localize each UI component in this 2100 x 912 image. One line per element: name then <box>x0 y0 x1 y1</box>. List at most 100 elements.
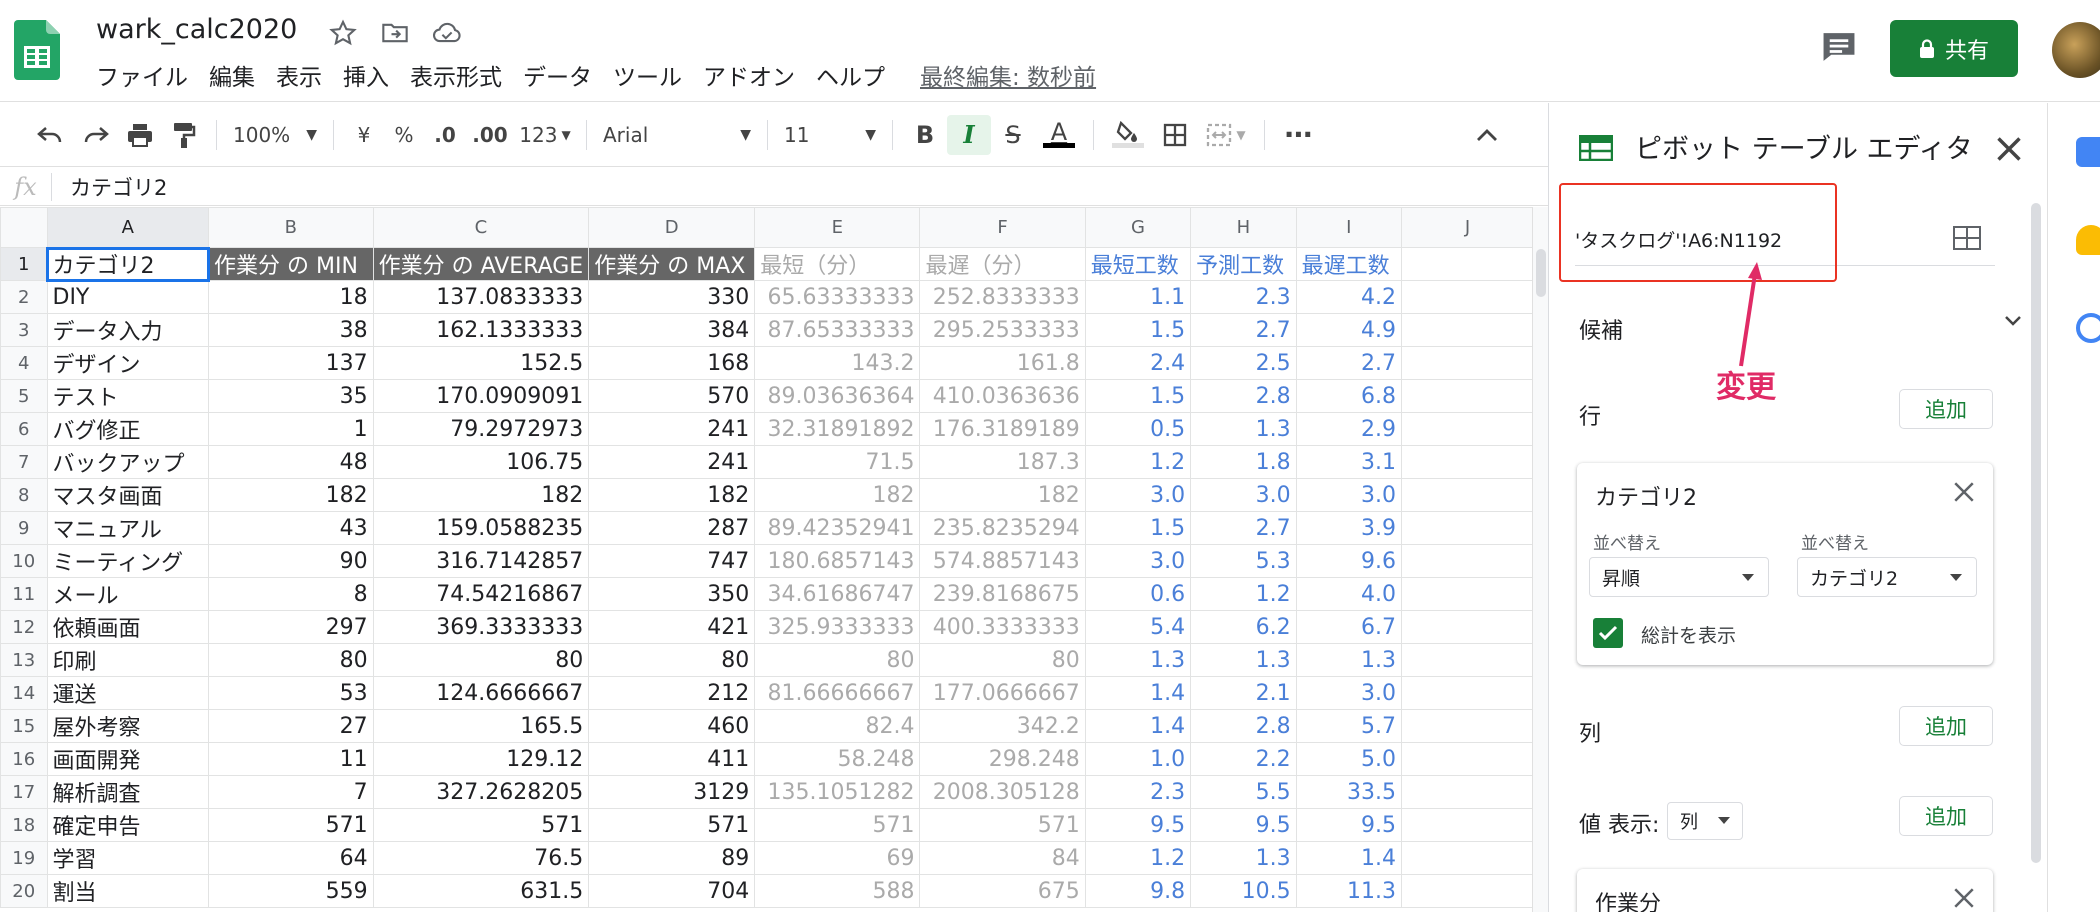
table-cell[interactable]: 342.2 <box>919 709 1086 743</box>
table-cell[interactable]: 2.1 <box>1190 676 1297 710</box>
table-cell[interactable]: 384 <box>588 313 756 347</box>
table-cell[interactable] <box>1401 445 1534 479</box>
keep-icon[interactable] <box>2076 225 2100 255</box>
table-cell[interactable]: データ入力 <box>46 313 209 347</box>
table-cell[interactable]: バックアップ <box>46 445 209 479</box>
table-cell[interactable]: 1 <box>208 412 374 446</box>
row-number[interactable]: 14 <box>0 676 48 710</box>
table-cell[interactable]: 53 <box>208 676 374 710</box>
table-cell[interactable]: 2.2 <box>1190 742 1297 776</box>
italic-button[interactable]: I <box>947 114 991 155</box>
row-number[interactable]: 18 <box>0 808 48 842</box>
table-cell[interactable]: 11 <box>208 742 374 776</box>
share-button[interactable]: 共有 <box>1890 20 2018 77</box>
comment-icon[interactable] <box>1820 30 1858 64</box>
table-cell[interactable]: 162.1333333 <box>372 313 590 347</box>
values-display-select[interactable]: 列 <box>1667 802 1743 840</box>
header-cell[interactable]: 作業分 の AVERAGE <box>372 247 590 281</box>
table-cell[interactable]: 571 <box>588 808 756 842</box>
table-cell[interactable]: 10.5 <box>1190 874 1297 908</box>
table-cell[interactable]: 4.2 <box>1295 280 1403 314</box>
table-cell[interactable]: 8 <box>208 577 374 611</box>
menu-edit[interactable]: 編集 <box>209 58 255 92</box>
table-cell[interactable]: 182 <box>919 478 1086 512</box>
table-cell[interactable]: 80 <box>919 643 1086 677</box>
table-cell[interactable]: DIY <box>46 280 209 314</box>
table-cell[interactable]: 69 <box>754 841 921 875</box>
column-header[interactable]: B <box>208 207 374 248</box>
table-cell[interactable]: 182 <box>372 478 590 512</box>
table-cell[interactable]: 747 <box>588 544 756 578</box>
header-cell[interactable]: 作業分 の MIN <box>208 247 374 281</box>
table-cell[interactable]: 3.0 <box>1084 544 1192 578</box>
table-cell[interactable]: 屋外考察 <box>46 709 209 743</box>
font-size-select[interactable]: 11 ▼ <box>778 115 882 155</box>
table-cell[interactable]: 350 <box>588 577 756 611</box>
table-cell[interactable]: 161.8 <box>919 346 1086 380</box>
table-cell[interactable]: 182 <box>588 478 756 512</box>
table-cell[interactable]: 3.0 <box>1190 478 1297 512</box>
table-cell[interactable]: 106.75 <box>372 445 590 479</box>
table-cell[interactable]: 675 <box>919 874 1086 908</box>
table-cell[interactable]: 確定申告 <box>46 808 209 842</box>
table-cell[interactable]: 421 <box>588 610 756 644</box>
table-cell[interactable]: 画面開発 <box>46 742 209 776</box>
close-icon[interactable] <box>1949 477 1979 507</box>
table-cell[interactable]: 2.7 <box>1190 313 1297 347</box>
percent-format-button[interactable]: % <box>384 115 424 155</box>
sort-by-select[interactable]: カテゴリ2 <box>1797 557 1977 597</box>
column-header[interactable]: J <box>1401 207 1534 248</box>
table-cell[interactable]: 2.8 <box>1190 709 1297 743</box>
table-cell[interactable]: 3129 <box>588 775 756 809</box>
collapse-toolbar-icon[interactable] <box>1463 115 1511 155</box>
row-number[interactable]: 8 <box>0 478 48 512</box>
row-number[interactable]: 5 <box>0 379 48 413</box>
header-cell[interactable]: 最遅（分） <box>919 247 1086 281</box>
add-column-button[interactable]: 追加 <box>1899 706 1993 746</box>
menu-file[interactable]: ファイル <box>96 58 188 92</box>
table-cell[interactable]: 5.5 <box>1190 775 1297 809</box>
table-cell[interactable]: 165.5 <box>372 709 590 743</box>
table-cell[interactable]: デザイン <box>46 346 209 380</box>
table-cell[interactable]: 187.3 <box>919 445 1086 479</box>
table-cell[interactable] <box>1401 412 1534 446</box>
table-cell[interactable]: 5.0 <box>1295 742 1403 776</box>
document-title[interactable]: wark_calc2020 <box>96 14 297 45</box>
table-cell[interactable]: 297 <box>208 610 374 644</box>
table-cell[interactable]: 235.8235294 <box>919 511 1086 545</box>
table-cell[interactable]: 学習 <box>46 841 209 875</box>
row-number[interactable]: 19 <box>0 841 48 875</box>
table-cell[interactable]: 574.8857143 <box>919 544 1086 578</box>
table-cell[interactable]: 1.2 <box>1190 577 1297 611</box>
increase-decimal-button[interactable]: .00 <box>466 115 514 155</box>
table-cell[interactable]: 76.5 <box>372 841 590 875</box>
table-cell[interactable] <box>1401 478 1534 512</box>
table-cell[interactable]: 4.9 <box>1295 313 1403 347</box>
table-cell[interactable]: 168 <box>588 346 756 380</box>
column-header[interactable]: D <box>588 207 756 248</box>
table-cell[interactable]: 5.4 <box>1084 610 1192 644</box>
table-cell[interactable]: 2.9 <box>1295 412 1403 446</box>
tasks-icon[interactable] <box>2076 313 2100 343</box>
table-cell[interactable]: 124.6666667 <box>372 676 590 710</box>
merge-cells-icon[interactable]: ▼ <box>1198 115 1254 155</box>
table-cell[interactable]: 137 <box>208 346 374 380</box>
add-row-button[interactable]: 追加 <box>1899 389 1993 429</box>
table-cell[interactable]: 2.3 <box>1190 280 1297 314</box>
panel-scrollbar[interactable] <box>2031 203 2041 863</box>
more-options-icon[interactable]: ⋯ <box>1275 115 1323 155</box>
row-number[interactable]: 7 <box>0 445 48 479</box>
table-cell[interactable] <box>1401 610 1534 644</box>
table-cell[interactable] <box>1401 577 1534 611</box>
table-cell[interactable]: 571 <box>208 808 374 842</box>
row-number[interactable]: 17 <box>0 775 48 809</box>
table-cell[interactable]: 570 <box>588 379 756 413</box>
row-number[interactable]: 6 <box>0 412 48 446</box>
table-cell[interactable] <box>1401 643 1534 677</box>
table-cell[interactable]: 43 <box>208 511 374 545</box>
table-cell[interactable]: 410.0363636 <box>919 379 1086 413</box>
table-cell[interactable]: 65.63333333 <box>754 280 921 314</box>
header-cell[interactable]: 最遅工数 <box>1295 247 1403 281</box>
row-number[interactable]: 10 <box>0 544 48 578</box>
table-cell[interactable]: 9.5 <box>1295 808 1403 842</box>
